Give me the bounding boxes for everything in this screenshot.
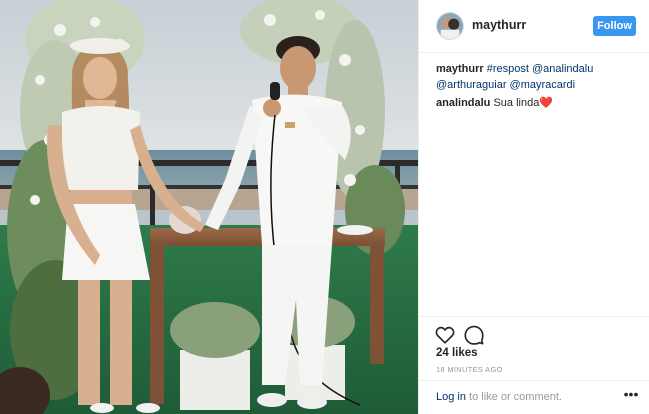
speech-bubble-icon — [464, 325, 484, 345]
caption-comment: maythurr #respost @analindalu @arthuragu… — [436, 61, 641, 93]
avatar-image — [437, 13, 463, 39]
login-prompt: Log in to like or comment. ••• — [419, 380, 649, 414]
follow-button[interactable]: Follow — [593, 16, 636, 36]
list-item: analindalu Sua linda❤️ — [436, 95, 641, 111]
heart-outline-icon — [435, 326, 455, 344]
likes-count[interactable]: 24 likes — [436, 347, 478, 359]
mention-link[interactable]: @mayracardi — [510, 79, 576, 91]
hashtag-link[interactable]: #respost — [487, 63, 529, 75]
post-header: maythurr Follow — [419, 0, 649, 53]
post-timestamp: 18 MINUTES AGO — [436, 365, 503, 374]
login-suffix: to like or comment. — [469, 391, 562, 403]
more-options-button[interactable]: ••• — [623, 386, 639, 405]
like-button[interactable] — [434, 324, 456, 346]
avatar[interactable] — [436, 12, 464, 40]
post-username[interactable]: maythurr — [472, 18, 526, 32]
red-heart-emoji: ❤️ — [539, 97, 554, 109]
comments-list: maythurr #respost @analindalu @arthuragu… — [436, 61, 641, 113]
post-actions: 24 likes 18 MINUTES AGO — [419, 316, 649, 380]
post-photo[interactable] — [0, 0, 418, 414]
login-link[interactable]: Log in — [436, 391, 466, 403]
wedding-photo-illustration — [0, 0, 418, 414]
login-text: Log in to like or comment. — [436, 391, 562, 403]
instagram-post: maythurr Follow maythurr #respost @anali… — [0, 0, 649, 414]
post-side-panel: maythurr Follow maythurr #respost @anali… — [418, 0, 649, 414]
mention-link[interactable]: @analindalu — [532, 63, 593, 75]
comment-text: Sua linda — [493, 97, 540, 109]
comment-button[interactable] — [463, 324, 485, 346]
mention-link[interactable]: @arthuraguiar — [436, 79, 506, 91]
caption-username[interactable]: maythurr — [436, 63, 484, 75]
ellipsis-icon: ••• — [623, 386, 639, 402]
comment-username[interactable]: analindalu — [436, 97, 490, 109]
